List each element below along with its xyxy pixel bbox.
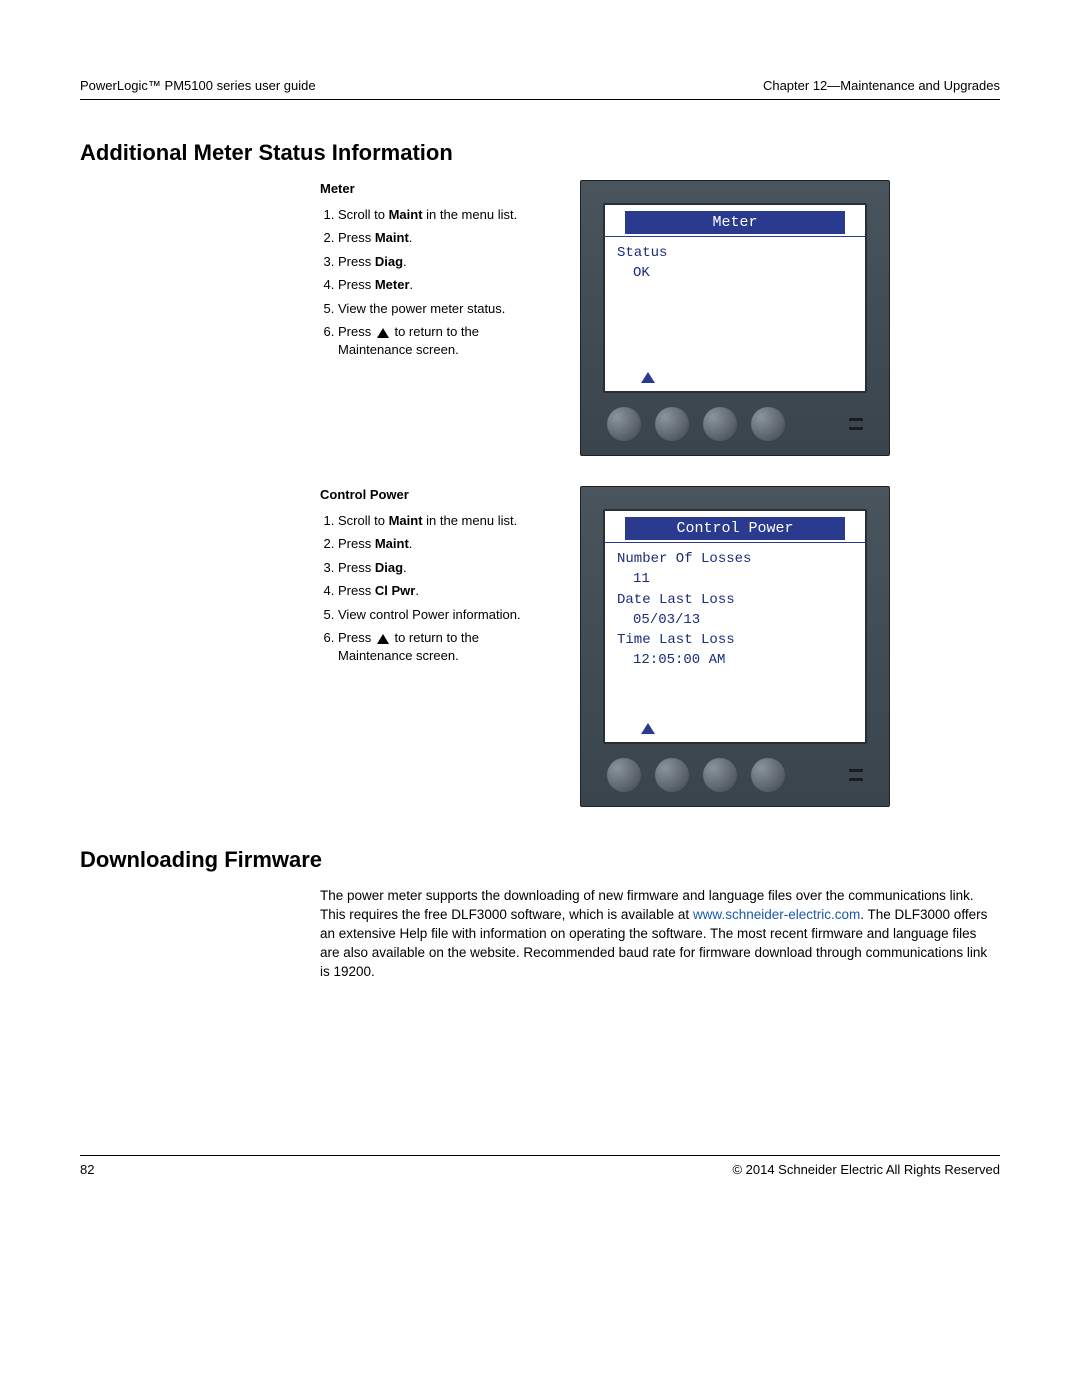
step: Press Meter. <box>338 276 550 294</box>
device-button[interactable] <box>703 758 737 792</box>
firmware-paragraph: The power meter supports the downloading… <box>320 887 990 981</box>
device-button[interactable] <box>751 758 785 792</box>
device-meter: Meter Status OK <box>580 180 890 456</box>
schneider-link[interactable]: www.schneider-electric.com <box>693 907 860 922</box>
step: Press Diag. <box>338 559 550 577</box>
step: View the power meter status. <box>338 300 550 318</box>
lcd-up-arrow-icon <box>641 723 655 734</box>
step: Press to return to the Maintenance scree… <box>338 629 550 664</box>
header-left: PowerLogic™ PM5100 series user guide <box>80 78 316 93</box>
step: View control Power information. <box>338 606 550 624</box>
step: Press Maint. <box>338 229 550 247</box>
copyright: © 2014 Schneider Electric All Rights Res… <box>732 1162 1000 1177</box>
lcd-title: Meter <box>625 211 845 234</box>
up-arrow-icon <box>377 634 389 644</box>
step: Scroll to Maint in the menu list. <box>338 512 550 530</box>
step: Press Diag. <box>338 253 550 271</box>
device-button[interactable] <box>607 758 641 792</box>
control-power-instructions: Control Power Scroll to Maint in the men… <box>320 486 550 670</box>
device-indicator <box>849 769 863 781</box>
lcd-line: Date Last Loss <box>617 590 853 610</box>
section-title-additional: Additional Meter Status Information <box>80 140 1000 166</box>
header-right: Chapter 12—Maintenance and Upgrades <box>763 78 1000 93</box>
device-button[interactable] <box>751 407 785 441</box>
device-button[interactable] <box>655 407 689 441</box>
device-button[interactable] <box>607 407 641 441</box>
step: Press Maint. <box>338 535 550 553</box>
step: Press to return to the Maintenance scree… <box>338 323 550 358</box>
device-control-power: Control Power Number Of Losses 11 Date L… <box>580 486 890 807</box>
lcd-value: 05/03/13 <box>617 610 853 630</box>
step: Press Cl Pwr. <box>338 582 550 600</box>
page-footer: 82 © 2014 Schneider Electric All Rights … <box>80 1155 1000 1177</box>
page-header: PowerLogic™ PM5100 series user guide Cha… <box>80 78 1000 100</box>
section-title-firmware: Downloading Firmware <box>80 847 1000 873</box>
device-indicator <box>849 418 863 430</box>
lcd-line: Time Last Loss <box>617 630 853 650</box>
page-number: 82 <box>80 1162 94 1177</box>
step: Scroll to Maint in the menu list. <box>338 206 550 224</box>
lcd-value: 12:05:00 AM <box>617 650 853 670</box>
device-button[interactable] <box>703 407 737 441</box>
lcd-line: OK <box>617 263 853 283</box>
control-power-heading: Control Power <box>320 486 550 504</box>
meter-instructions: Meter Scroll to Maint in the menu list. … <box>320 180 550 364</box>
lcd-title: Control Power <box>625 517 845 540</box>
lcd-up-arrow-icon <box>641 372 655 383</box>
meter-heading: Meter <box>320 180 550 198</box>
lcd-line: Number Of Losses <box>617 549 853 569</box>
lcd-line: Status <box>617 243 853 263</box>
device-button[interactable] <box>655 758 689 792</box>
lcd-value: 11 <box>617 569 853 589</box>
up-arrow-icon <box>377 328 389 338</box>
